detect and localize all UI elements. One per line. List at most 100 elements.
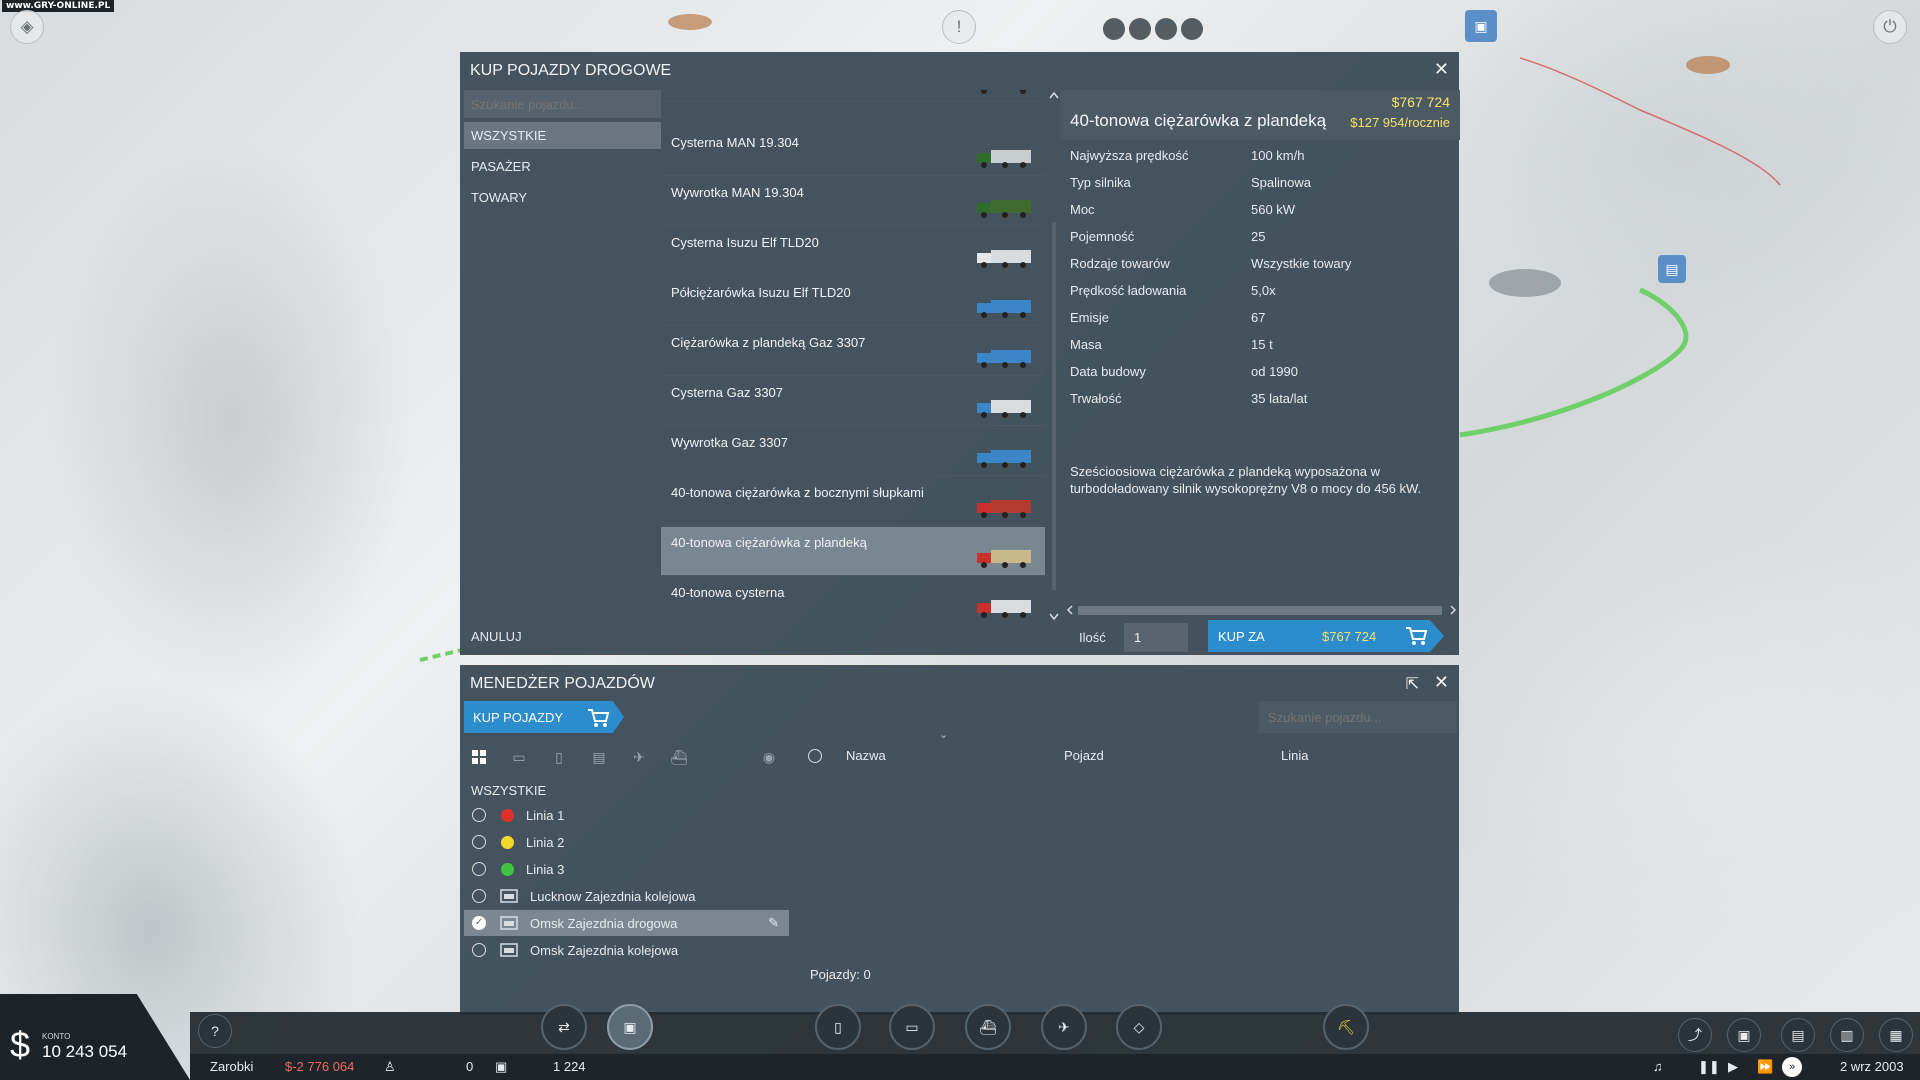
- buy-vehicles-button[interactable]: KUP POJAZDY: [464, 701, 624, 733]
- group-radio[interactable]: [472, 943, 486, 957]
- manager-title: MENEDŻER POJAZDÓW: [470, 675, 655, 692]
- edit-pencil-icon[interactable]: ✎: [768, 915, 779, 931]
- station-marker-icon[interactable]: ▣: [1465, 10, 1497, 42]
- line-color-dot: [501, 836, 514, 849]
- spec-key: Prędkość ładowania: [1070, 283, 1187, 298]
- vehicle-list[interactable]: Cysterna MAN 19.304 Wywrotka MAN 19.304 Cy…: [661, 90, 1045, 622]
- vehicle-list-item[interactable]: 40-tonowa ciężarówka z plandeką: [661, 527, 1045, 576]
- spec-row: Rodzaje towarów Wszystkie towary: [1070, 256, 1450, 278]
- depot-group-item[interactable]: ✓ Omsk Zajezdnia drogowa ✎: [464, 910, 789, 936]
- spec-key: Moc: [1070, 202, 1095, 217]
- group-radio[interactable]: [472, 889, 486, 903]
- stations-icon[interactable]: ▤: [1781, 1018, 1815, 1052]
- quantity-input[interactable]: [1124, 623, 1188, 652]
- power-icon[interactable]: ⏻: [1873, 10, 1907, 44]
- spec-key: Najwyższa prędkość: [1070, 148, 1189, 163]
- cart-icon: [586, 707, 610, 729]
- bulldozer-icon[interactable]: ⛏: [1323, 1004, 1369, 1050]
- vehicle-list-item[interactable]: 40-tonowa ciężarówka z bocznymi słupkami: [661, 477, 1045, 526]
- close-icon[interactable]: ✕: [1434, 59, 1449, 80]
- vehicle-list-item-name: Cysterna Gaz 3307: [671, 385, 784, 400]
- detail-horizontal-scrollbar[interactable]: [1064, 603, 1459, 617]
- line-group-item[interactable]: Linia 3: [464, 856, 789, 882]
- vehicle-manager-icon[interactable]: ▣: [607, 1004, 653, 1050]
- vehicle-list-item[interactable]: Cysterna MAN 19.304: [661, 127, 1045, 176]
- bottom-toolbar: $ KONTO 10 243 054 ? ⇄ ▣ ▯ ▭ ⛴ ✈ ◇ ⛏ ⤴ ▣…: [0, 994, 1920, 1080]
- group-radio[interactable]: [472, 862, 486, 876]
- filter-road-icon[interactable]: ▯: [548, 747, 570, 767]
- towns-icon[interactable]: ▦: [1879, 1018, 1913, 1052]
- group-label: Linia 1: [526, 808, 565, 823]
- vehicle-list-item[interactable]: Ciężarówka z plandeką Gaz 3307: [661, 327, 1045, 376]
- vehicle-list-scrollbar[interactable]: [1047, 90, 1061, 622]
- help-icon[interactable]: ?: [198, 1014, 232, 1048]
- column-vehicle[interactable]: Pojazd: [1064, 748, 1104, 763]
- vehicle-list-item-name: 40-tonowa cysterna: [671, 585, 785, 600]
- lines-icon[interactable]: ⤴: [1678, 1018, 1712, 1052]
- vehicle-list-item-partial[interactable]: [661, 90, 1045, 102]
- truck-icon: [975, 396, 1033, 420]
- select-all-radio[interactable]: [808, 749, 822, 763]
- buy-button[interactable]: KUP ZA $767 724: [1208, 620, 1444, 652]
- water-build-icon[interactable]: ⛴: [965, 1004, 1011, 1050]
- vehicle-list-item[interactable]: 40-tonowa cysterna: [661, 577, 1045, 622]
- vehicle-search-input[interactable]: [464, 90, 661, 118]
- line-group-item[interactable]: Linia 1: [464, 802, 789, 828]
- filter-all-icon[interactable]: [468, 747, 490, 767]
- category-cargo[interactable]: TOWARY: [464, 184, 661, 211]
- rail-build-icon[interactable]: ▭: [889, 1004, 935, 1050]
- fastest-speed-icon[interactable]: »: [1782, 1057, 1802, 1077]
- vehicle-list-item[interactable]: Wywrotka Gaz 3307: [661, 427, 1045, 476]
- filter-rail-icon[interactable]: ▭: [508, 747, 530, 767]
- air-build-icon[interactable]: ✈: [1041, 1004, 1087, 1050]
- routes-shuffle-icon[interactable]: ⇄: [541, 1004, 587, 1050]
- manager-search-input[interactable]: [1259, 701, 1457, 733]
- vehicle-list-item[interactable]: Cysterna Isuzu Elf TLD20: [661, 227, 1045, 276]
- filter-water-icon[interactable]: ⛴: [668, 747, 690, 767]
- vehicle-list-item[interactable]: Cysterna Gaz 3307: [661, 377, 1045, 426]
- filter-air-icon[interactable]: ✈: [628, 747, 650, 767]
- vehicle-list-item[interactable]: Półciężarówka Isuzu Elf TLD20: [661, 277, 1045, 326]
- depot-group-item[interactable]: Lucknow Zajezdnia kolejowa: [464, 883, 789, 909]
- column-line[interactable]: Linia: [1281, 748, 1308, 763]
- industries-icon[interactable]: ▥: [1830, 1018, 1864, 1052]
- earnings-label: Zarobki: [210, 1059, 254, 1074]
- group-radio[interactable]: [472, 808, 486, 822]
- group-radio[interactable]: [472, 835, 486, 849]
- category-all[interactable]: WSZYSTKIE: [464, 122, 661, 149]
- column-name[interactable]: Nazwa: [846, 748, 886, 763]
- fast-forward-icon[interactable]: ⏩: [1757, 1059, 1773, 1075]
- depot-icon: [500, 943, 518, 957]
- vehicle-list-item-name: Wywrotka MAN 19.304: [671, 185, 804, 200]
- spec-value: Wszystkie towary: [1251, 256, 1352, 271]
- check-icon[interactable]: ✓: [472, 916, 486, 930]
- group-list-title: WSZYSTKIE: [471, 783, 547, 798]
- music-icon[interactable]: ♫: [1653, 1059, 1663, 1074]
- alert-icon[interactable]: !: [942, 10, 976, 44]
- watermark: www.GRY-ONLINE.PL: [2, 0, 115, 12]
- buy-road-vehicles-dialog: KUP POJAZDY DROGOWE ✕ WSZYSTKIE PASAŻER …: [460, 52, 1460, 655]
- visibility-eye-icon[interactable]: ◉: [758, 747, 780, 767]
- vehicle-list-item[interactable]: Wywrotka MAN 19.304: [661, 177, 1045, 226]
- earnings-value: $-2 776 064: [285, 1059, 355, 1074]
- account-balance: 10 243 054: [42, 1042, 128, 1061]
- spec-key: Pojemność: [1070, 229, 1135, 244]
- bus-stop-marker-icon[interactable]: ▤: [1658, 255, 1686, 283]
- vehicles-icon[interactable]: ▣: [1727, 1018, 1761, 1052]
- cancel-button[interactable]: ANULUJ: [471, 629, 522, 644]
- line-group-item[interactable]: Linia 2: [464, 829, 789, 855]
- road-build-icon[interactable]: ▯: [815, 1004, 861, 1050]
- line-color-dot: [501, 863, 514, 876]
- filter-tram-icon[interactable]: ▤: [588, 747, 610, 767]
- depot-group-item[interactable]: Omsk Zajezdnia kolejowa: [464, 937, 789, 963]
- vehicle-description: Sześcioosiowa ciężarówka z plandeką wypo…: [1070, 464, 1422, 496]
- close-icon[interactable]: ✕: [1434, 672, 1449, 693]
- category-passenger[interactable]: PASAŻER: [464, 153, 661, 180]
- pause-icon[interactable]: ❚❚: [1698, 1059, 1720, 1075]
- chevron-down-icon[interactable]: ⌄: [939, 728, 948, 741]
- spec-value: 100 km/h: [1251, 148, 1305, 163]
- terrain-icon[interactable]: ◇: [1116, 1004, 1162, 1050]
- play-icon[interactable]: ▶: [1728, 1059, 1738, 1075]
- layers-icon[interactable]: ◈: [10, 10, 44, 44]
- popout-icon[interactable]: ⇱: [1406, 674, 1419, 694]
